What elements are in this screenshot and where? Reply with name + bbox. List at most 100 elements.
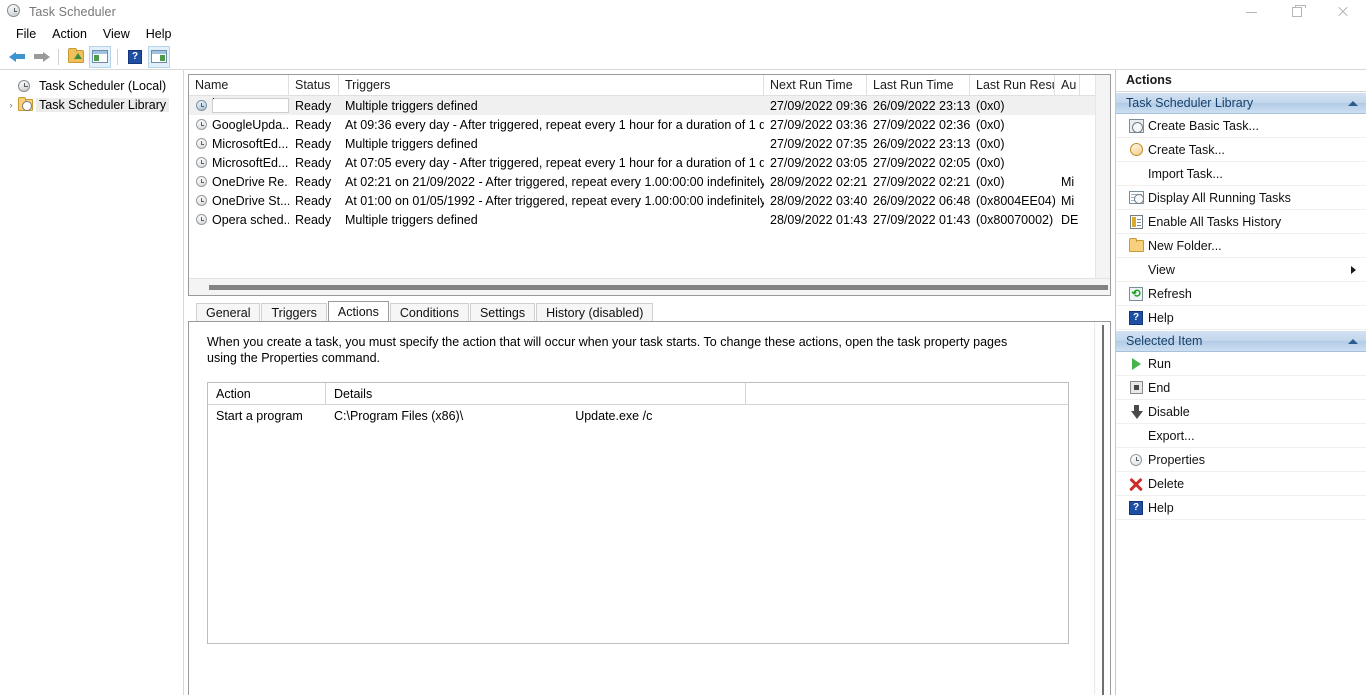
column-header-blank[interactable] [746, 383, 1068, 404]
task-name-rename-input[interactable] [212, 98, 289, 113]
refresh-icon: ⟲ [1124, 286, 1148, 301]
task-clock-icon [193, 100, 209, 111]
console-tree-pane: Task Scheduler (Local) › Task Scheduler … [0, 70, 184, 695]
cell-last-run-result: (0x0) [976, 174, 1005, 189]
action-item-import-task[interactable]: Import Task... [1116, 162, 1366, 186]
actions-pane: Actions Task Scheduler Library Create Bas… [1115, 70, 1366, 695]
tab-actions[interactable]: Actions [327, 301, 389, 321]
task-row[interactable]: GoogleUpda... Ready At 09:36 every day - A… [189, 115, 1095, 134]
cell-last-run-time: 27/09/2022 02:05:24 [873, 155, 970, 170]
scrollbar-thumb[interactable] [1101, 325, 1104, 695]
menu-help[interactable]: Help [138, 25, 180, 43]
minimize-button[interactable] [1228, 0, 1274, 24]
tab-conditions[interactable]: Conditions [389, 303, 469, 321]
menu-file[interactable]: File [8, 25, 44, 43]
column-header-details[interactable]: Details [326, 383, 746, 404]
detail-body: When you create a task, you must specify… [188, 321, 1111, 695]
action-item-enable-all-tasks-history[interactable]: Enable All Tasks History [1116, 210, 1366, 234]
cell-status: Ready [295, 212, 332, 227]
cell-triggers: At 09:36 every day - After triggered, re… [345, 117, 764, 132]
cell-last-run-time: 26/09/2022 23:13:33 [873, 136, 970, 151]
cell-last-run-result: (0x80070002) [976, 212, 1054, 227]
column-header-last-run-time[interactable]: Last Run Time [867, 75, 970, 95]
scrollbar-thumb[interactable] [209, 284, 1108, 290]
forward-button[interactable] [30, 46, 52, 68]
detail-vertical-scrollbar[interactable] [1094, 322, 1110, 695]
submenu-arrow-icon[interactable] [1351, 265, 1356, 274]
action-item-new-folder[interactable]: New Folder... [1116, 234, 1366, 258]
task-name-label: MicrosoftEd... [212, 136, 289, 151]
cell-next-run-time: 28/09/2022 03:40:17 [770, 193, 867, 208]
column-header-status[interactable]: Status [289, 75, 339, 95]
task-row[interactable]: Ready Multiple triggers defined 27/09/2022… [189, 96, 1095, 115]
action-item-help[interactable]: ? Help [1116, 306, 1366, 330]
task-list-horizontal-scrollbar[interactable] [189, 278, 1110, 295]
action-item-display-all-running-tasks[interactable]: Display All Running Tasks [1116, 186, 1366, 210]
chevron-right-icon[interactable]: › [4, 100, 18, 110]
actions-group-header-task-scheduler-library[interactable]: Task Scheduler Library [1116, 92, 1366, 114]
tab-general[interactable]: General [196, 303, 261, 321]
task-row[interactable]: MicrosoftEd... Ready At 07:05 every day - … [189, 153, 1095, 172]
action-item-export[interactable]: Export... [1116, 424, 1366, 448]
column-header-next-run-time[interactable]: Next Run Time [764, 75, 867, 95]
action-item-refresh[interactable]: ⟲ Refresh [1116, 282, 1366, 306]
task-row[interactable]: OneDrive St... Ready At 01:00 on 01/05/199… [189, 191, 1095, 210]
disable-icon [1124, 404, 1148, 419]
cell-triggers: Multiple triggers defined [345, 136, 478, 151]
tree-item-task-scheduler-library[interactable]: › Task Scheduler Library [0, 95, 183, 114]
action-item-label: Create Basic Task... [1148, 118, 1259, 133]
column-header-au[interactable]: Au [1055, 75, 1080, 95]
action-item-view[interactable]: View [1116, 258, 1366, 282]
task-row[interactable]: OneDrive Re... Ready At 02:21 on 21/09/202… [189, 172, 1095, 191]
new-folder-icon [1124, 237, 1148, 252]
tab-settings[interactable]: Settings [469, 303, 536, 321]
maximize-button[interactable] [1274, 0, 1320, 24]
help-button[interactable]: ? [124, 46, 146, 68]
action-item-run[interactable]: Run [1116, 352, 1366, 376]
action-item-delete[interactable]: Delete [1116, 472, 1366, 496]
chevron-up-icon[interactable] [1348, 338, 1358, 344]
cell-triggers: Multiple triggers defined [345, 98, 478, 113]
column-header-name[interactable]: Name [189, 75, 289, 95]
action-item-label: Create Task... [1148, 142, 1225, 157]
task-row[interactable]: MicrosoftEd... Ready Multiple triggers def… [189, 134, 1095, 153]
show-hide-action-pane-button[interactable] [148, 45, 170, 68]
cell-triggers: Multiple triggers defined [345, 212, 478, 227]
action-item-end[interactable]: End [1116, 376, 1366, 400]
help-icon: ? [1124, 500, 1148, 515]
tab-triggers[interactable]: Triggers [261, 303, 327, 321]
menu-action[interactable]: Action [44, 25, 95, 43]
show-hide-console-tree-button[interactable] [89, 45, 111, 68]
actions-table-row[interactable]: Start a program C:\Program Files (x86)\ U… [208, 405, 1068, 427]
tab-history-disabled[interactable]: History (disabled) [536, 303, 654, 321]
action-item-disable[interactable]: Disable [1116, 400, 1366, 424]
action-item-create-task[interactable]: Create Task... [1116, 138, 1366, 162]
chevron-up-icon[interactable] [1348, 100, 1358, 106]
action-item-properties[interactable]: Properties [1116, 448, 1366, 472]
end-icon [1124, 381, 1148, 394]
cell-name: OneDrive St... [189, 194, 289, 208]
column-header-triggers[interactable]: Triggers [339, 75, 764, 95]
close-button[interactable] [1320, 0, 1366, 24]
task-list-vertical-scrollbar[interactable] [1095, 75, 1110, 278]
task-row[interactable]: Opera sched... Ready Multiple triggers def… [189, 210, 1095, 229]
up-one-level-button[interactable] [65, 46, 87, 68]
action-item-create-basic-task[interactable]: Create Basic Task... [1116, 114, 1366, 138]
task-clock-icon [193, 119, 209, 130]
task-name-label: OneDrive Re... [212, 174, 289, 189]
actions-group-header-selected-item[interactable]: Selected Item [1116, 330, 1366, 352]
cell-next-run-time: 28/09/2022 02:21:05 [770, 174, 867, 189]
cell-triggers: At 02:21 on 21/09/2022 - After triggered… [345, 174, 764, 189]
column-header-action[interactable]: Action [208, 383, 326, 404]
column-header-last-run-result[interactable]: Last Run Result [970, 75, 1055, 95]
action-item-help[interactable]: ? Help [1116, 496, 1366, 520]
cell-last-run-result: (0x0) [976, 136, 1005, 151]
menu-view[interactable]: View [95, 25, 138, 43]
cell-status: Ready [295, 117, 332, 132]
group-header-label: Selected Item [1126, 334, 1203, 348]
action-item-label: Export... [1148, 428, 1195, 443]
tree-item-task-scheduler-local[interactable]: Task Scheduler (Local) [0, 76, 183, 95]
cell-next-run-time: 27/09/2022 07:35:22 [770, 136, 867, 151]
back-button[interactable] [6, 46, 28, 68]
task-clock-icon [193, 176, 209, 187]
